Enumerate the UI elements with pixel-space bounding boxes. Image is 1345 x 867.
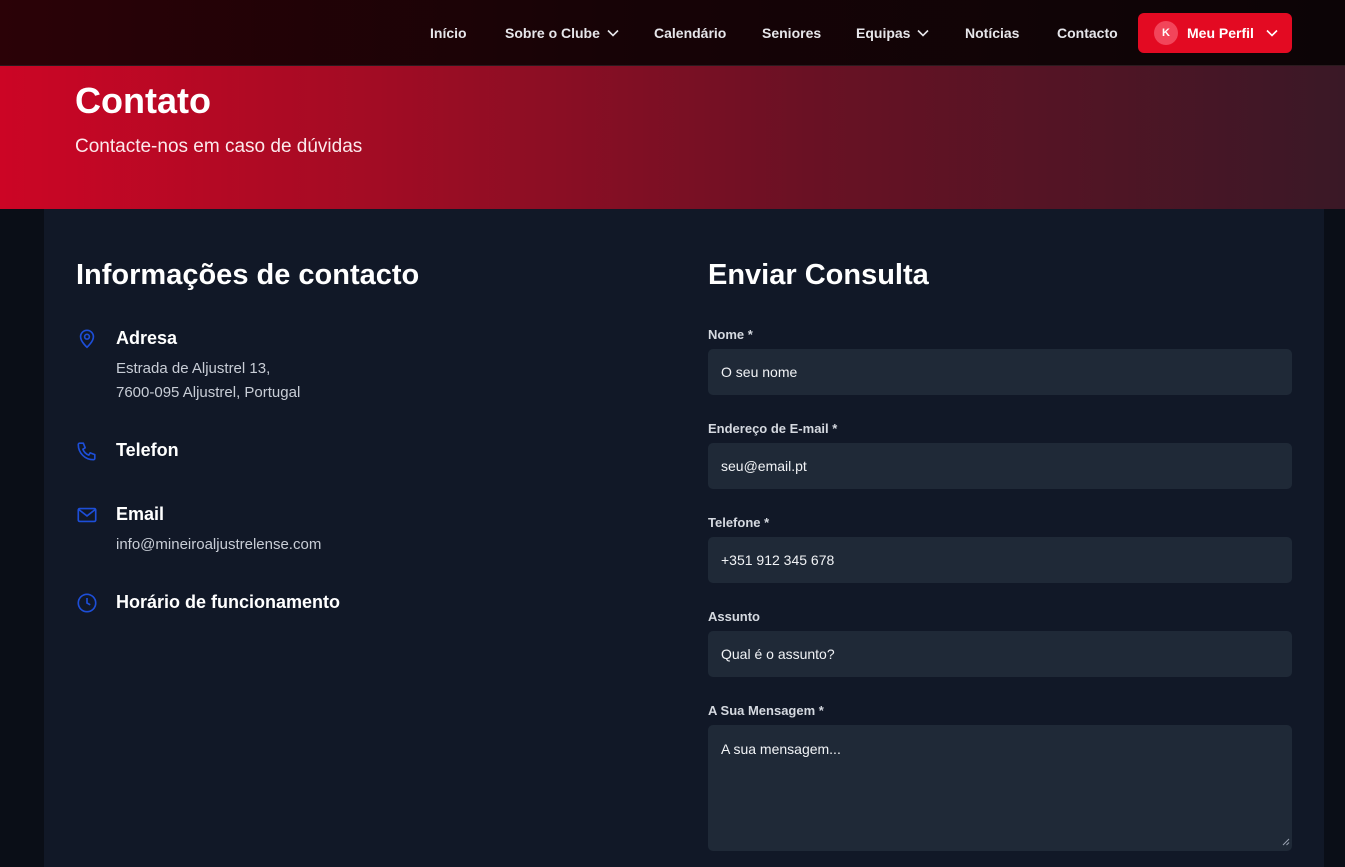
subject-placeholder: Qual é o assunto? xyxy=(721,646,835,662)
name-placeholder: O seu nome xyxy=(721,364,798,380)
contact-info-title: Informações de contacto xyxy=(76,259,420,291)
page-hero: Contato Contacte-nos em caso de dúvidas xyxy=(0,66,1345,209)
nav-item-label: Notícias xyxy=(965,25,1020,41)
nav-item-seniores[interactable]: Seniores xyxy=(762,0,821,66)
top-navbar: Início Sobre o Clube Calendário Seniores… xyxy=(0,0,1345,66)
email-label: Email xyxy=(116,504,165,524)
chevron-down-icon xyxy=(607,29,619,37)
nav-item-contacto[interactable]: Contacto xyxy=(1057,0,1118,66)
avatar: K xyxy=(1154,21,1178,45)
address-line-1: Estrada de Aljustrel 13, xyxy=(116,360,271,377)
message-placeholder: A sua mensagem... xyxy=(721,741,841,757)
nav-item-label: Seniores xyxy=(762,25,822,41)
nav-item-equipas[interactable]: Equipas xyxy=(856,0,930,66)
nav-item-label: Sobre o Clube xyxy=(505,25,600,41)
message-label: A Sua Mensagem * xyxy=(708,703,824,718)
form-title: Enviar Consulta xyxy=(708,259,929,291)
address-label: Adresa xyxy=(116,328,178,348)
phone-placeholder: +351 912 345 678 xyxy=(721,552,835,568)
profile-menu-button[interactable]: K Meu Perfil xyxy=(1138,13,1292,53)
clock-icon xyxy=(76,592,98,614)
email-field-label: Endereço de E-mail * xyxy=(708,421,838,436)
nav-item-sobre-o-clube[interactable]: Sobre o Clube xyxy=(505,0,619,66)
email-value[interactable]: info@mineiroaljustrelense.com xyxy=(116,533,321,557)
page-subtitle: Contacte-nos em caso de dúvidas xyxy=(75,136,363,157)
nav-item-inicio[interactable]: Início xyxy=(430,0,467,66)
nav-item-label: Início xyxy=(430,25,467,41)
nav-item-label: Equipas xyxy=(856,25,911,41)
nav-item-calendario[interactable]: Calendário xyxy=(654,0,726,66)
message-textarea[interactable]: A sua mensagem... xyxy=(708,725,1292,851)
phone-label: Telefon xyxy=(116,440,179,460)
nav-item-noticias[interactable]: Notícias xyxy=(965,0,1019,66)
chevron-down-icon xyxy=(1266,29,1278,37)
hours-label: Horário de funcionamento xyxy=(116,592,341,612)
email-placeholder: seu@email.pt xyxy=(721,458,807,474)
nav-item-label: Contacto xyxy=(1057,25,1118,41)
name-input[interactable]: O seu nome xyxy=(708,349,1292,395)
email-input[interactable]: seu@email.pt xyxy=(708,443,1292,489)
mail-icon xyxy=(76,504,98,526)
profile-label: Meu Perfil xyxy=(1187,25,1254,41)
phone-icon xyxy=(76,440,98,462)
nav-item-label: Calendário xyxy=(654,25,727,41)
address-line-2: 7600-095 Aljustrel, Portugal xyxy=(116,384,301,401)
contact-card: Informações de contacto Adresa Estrada d… xyxy=(44,209,1324,867)
phone-input[interactable]: +351 912 345 678 xyxy=(708,537,1292,583)
chevron-down-icon xyxy=(917,29,930,37)
subject-label: Assunto xyxy=(708,609,760,624)
phone-field-label: Telefone * xyxy=(708,515,770,530)
resize-grip-icon[interactable] xyxy=(1282,833,1290,849)
map-pin-icon xyxy=(76,328,98,350)
page-title: Contato xyxy=(75,80,211,121)
subject-input[interactable]: Qual é o assunto? xyxy=(708,631,1292,677)
name-label: Nome * xyxy=(708,327,753,342)
